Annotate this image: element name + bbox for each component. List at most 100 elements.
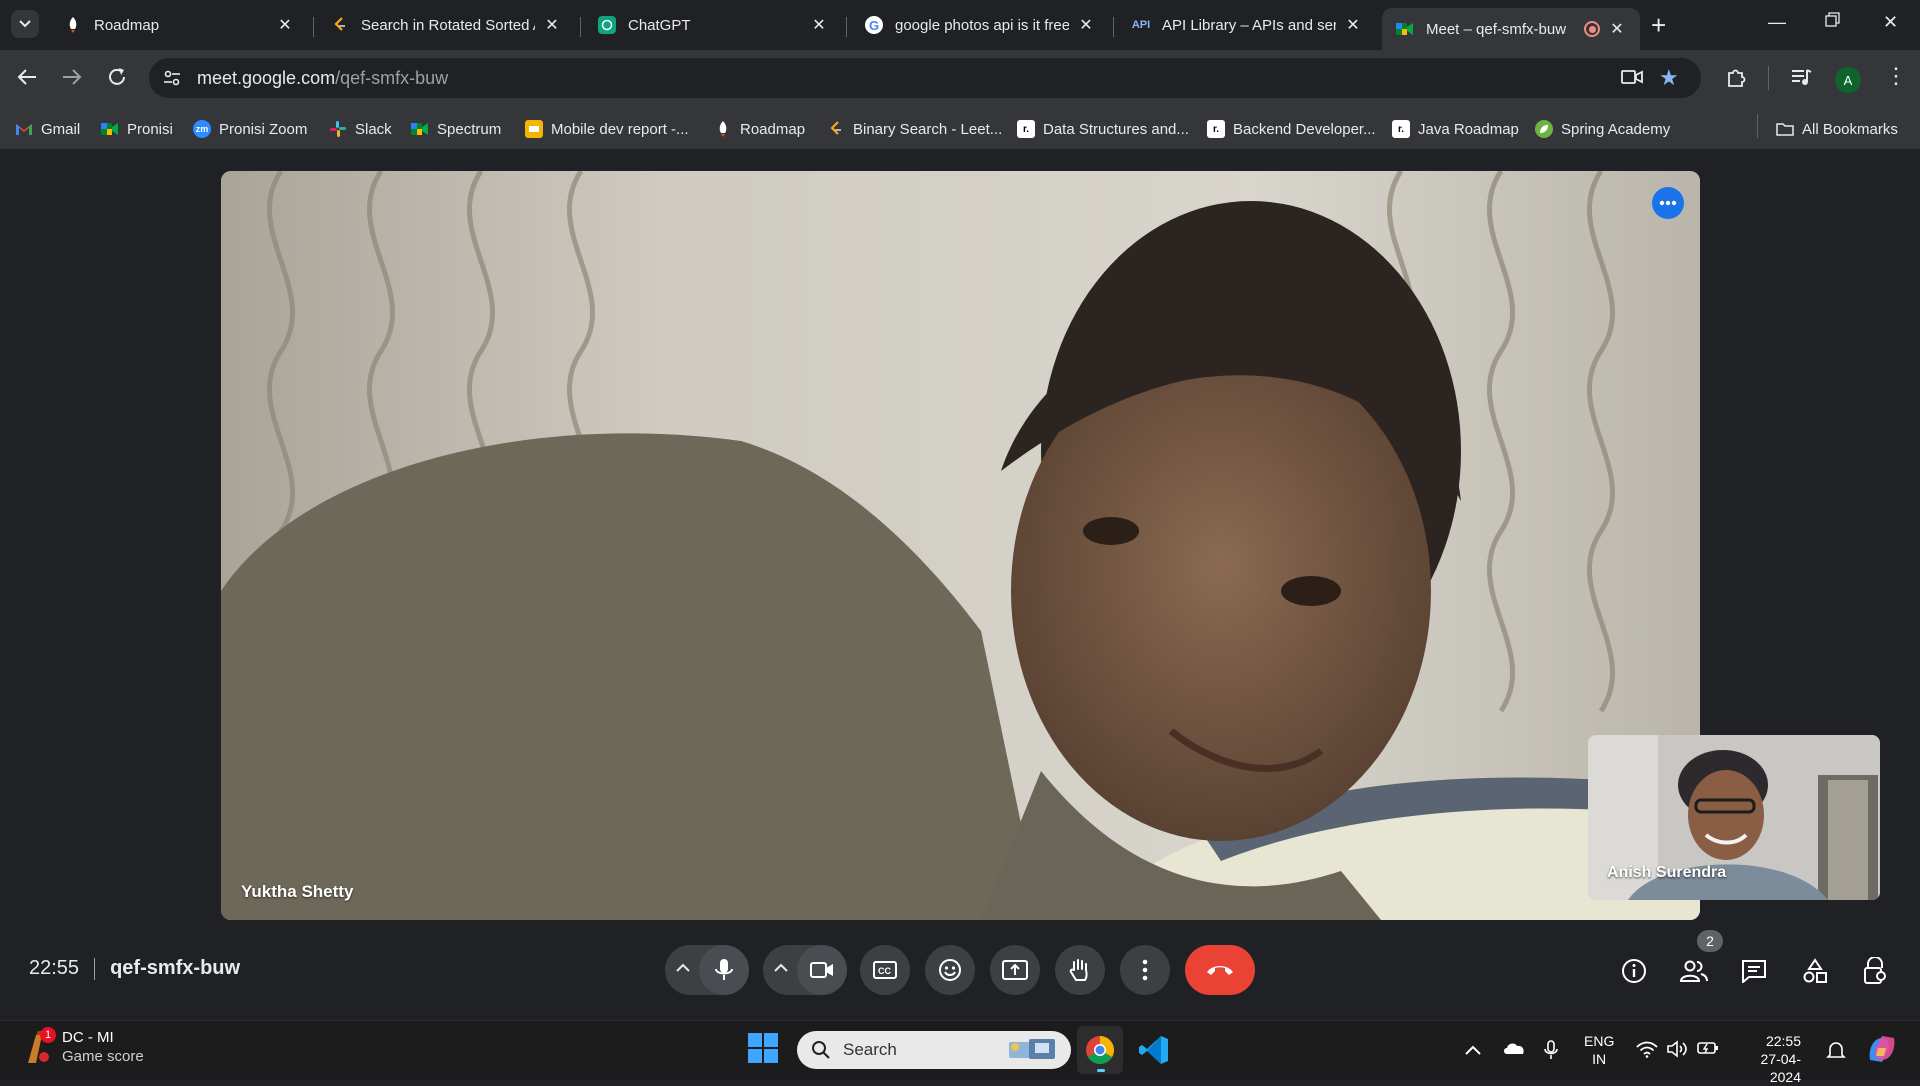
bookmark-star-icon[interactable]: ★ [1659,65,1679,91]
rocket-icon [64,16,82,34]
active-app-indicator [1097,1069,1105,1072]
tab-separator [313,17,314,37]
host-controls-button[interactable] [1859,955,1891,987]
bookmark-data-structures[interactable]: r. Data Structures and... [1017,116,1189,142]
chevron-down-icon [19,20,31,28]
new-tab-button[interactable]: + [1651,12,1666,38]
restore-button[interactable] [1825,12,1841,33]
taskbar-chrome[interactable] [1077,1026,1123,1074]
media-queue-icon [1792,69,1812,85]
site-info-icon[interactable] [162,68,182,88]
start-button[interactable] [748,1033,778,1068]
bookmark-pronisi-zoom[interactable]: zm Pronisi Zoom [193,116,307,142]
bookmark-spring-academy[interactable]: Spring Academy [1535,116,1670,142]
close-tab-icon[interactable]: ✕ [276,15,294,35]
chevron-up-icon [676,963,690,972]
close-tab-icon[interactable]: ✕ [1608,19,1626,39]
raise-hand-button[interactable] [1055,945,1105,995]
video-settings-caret[interactable] [774,960,788,976]
all-bookmarks-button[interactable]: All Bookmarks [1776,116,1898,142]
microphone-tray-icon[interactable] [1544,1040,1558,1065]
wifi-icon[interactable] [1636,1040,1658,1063]
chat-button[interactable] [1738,955,1770,987]
chat-icon [1742,960,1766,983]
tab-search-button[interactable] [11,10,39,38]
bookmark-binary-search[interactable]: Binary Search - Leet... [827,116,1002,142]
close-tab-icon[interactable]: ✕ [543,15,561,35]
widgets-button[interactable]: 1 DC - MI Game score [22,1027,144,1066]
tab-meet[interactable]: Meet – qef-smfx-buw ✕ [1382,8,1640,50]
bookmark-backend-developer[interactable]: r. Backend Developer... [1207,116,1376,142]
present-screen-button[interactable] [990,945,1040,995]
bookmark-label: Gmail [41,120,81,138]
puzzle-icon [1728,69,1746,87]
camera-in-use-icon[interactable] [1621,68,1643,92]
taskbar-vscode[interactable] [1138,1034,1170,1071]
close-tab-icon[interactable]: ✕ [1077,15,1095,35]
activities-icon [1803,958,1827,983]
hand-icon [1069,959,1088,981]
close-tab-icon[interactable]: ✕ [1344,15,1362,35]
audio-settings-caret[interactable] [676,960,690,976]
bookmark-gmail[interactable]: Gmail [15,116,80,142]
bookmark-spectrum[interactable]: Spectrum [411,116,501,142]
bookmark-label: Pronisi Zoom [219,120,308,138]
info-divider [94,957,96,980]
leave-call-button[interactable] [1185,945,1255,995]
bookmark-java-roadmap[interactable]: r. Java Roadmap [1392,116,1519,142]
media-control-button[interactable] [1791,67,1813,93]
clock-time: 22:55 [1765,1033,1801,1049]
tab-separator [846,17,847,37]
tray-overflow-icon[interactable] [1465,1040,1481,1060]
close-window-button[interactable]: ✕ [1883,12,1898,33]
microphone-button[interactable] [699,945,749,995]
main-video-tile[interactable]: Yuktha Shetty [221,171,1700,920]
browser-menu-icon[interactable]: ⋮ [1885,63,1907,89]
reactions-button[interactable] [925,945,975,995]
vscode-icon [1139,1036,1168,1064]
extensions-button[interactable] [1725,67,1747,95]
tab-chatgpt[interactable]: ChatGPT ✕ [584,8,842,42]
notifications-icon[interactable] [1826,1040,1846,1065]
camera-button[interactable] [797,945,847,995]
bookmark-slack[interactable]: Slack [329,116,392,142]
self-participant-name: Anish Surendra [1607,864,1727,881]
taskbar-search[interactable]: Search [797,1031,1071,1069]
minimize-button[interactable]: — [1768,12,1786,33]
bookmark-label: Spectrum [437,120,502,138]
volume-icon[interactable] [1666,1040,1688,1063]
tab-google-photos[interactable]: G google photos api is it free ✕ [851,8,1109,42]
activities-button[interactable] [1799,955,1831,987]
address-bar[interactable]: meet.google.com/qef-smfx-buw ★ [149,58,1701,98]
bookmark-roadmap[interactable]: Roadmap [714,116,805,142]
bookmark-pronisi[interactable]: Pronisi [101,116,173,142]
profile-avatar[interactable]: A [1835,67,1861,93]
back-button[interactable] [16,66,38,93]
onedrive-icon[interactable] [1502,1040,1526,1060]
clock[interactable]: 22:55 27-04-2024 [1737,1032,1801,1086]
tab-roadmap[interactable]: Roadmap ✕ [50,8,308,42]
people-button[interactable] [1678,955,1710,987]
tile-options-button[interactable] [1652,187,1684,219]
close-tab-icon[interactable]: ✕ [810,15,828,35]
self-view-tile[interactable]: Anish Surendra [1588,735,1880,900]
battery-icon[interactable] [1697,1040,1719,1061]
svg-text:CC: CC [878,966,891,976]
captions-button[interactable]: CC [860,945,910,995]
reload-button[interactable] [106,66,128,93]
windows-logo-icon [748,1033,778,1063]
copilot-icon[interactable] [1866,1034,1898,1069]
rocket-icon [714,120,732,138]
chrome-icon [1086,1036,1114,1064]
lock-person-icon [1864,957,1886,984]
forward-button[interactable] [61,66,83,93]
language-line2: IN [1592,1051,1607,1067]
back-arrow-icon [17,69,36,85]
tab-search-rotated[interactable]: Search in Rotated Sorted A ✕ [317,8,575,42]
bookmark-mobile-dev-report[interactable]: Mobile dev report -... [525,116,689,142]
tab-title: ChatGPT [628,16,691,34]
more-options-button[interactable] [1120,945,1170,995]
meeting-details-button[interactable] [1618,955,1650,987]
language-indicator[interactable]: ENG IN [1584,1032,1614,1068]
tab-api-library[interactable]: API API Library – APIs and serv ✕ [1118,8,1376,42]
